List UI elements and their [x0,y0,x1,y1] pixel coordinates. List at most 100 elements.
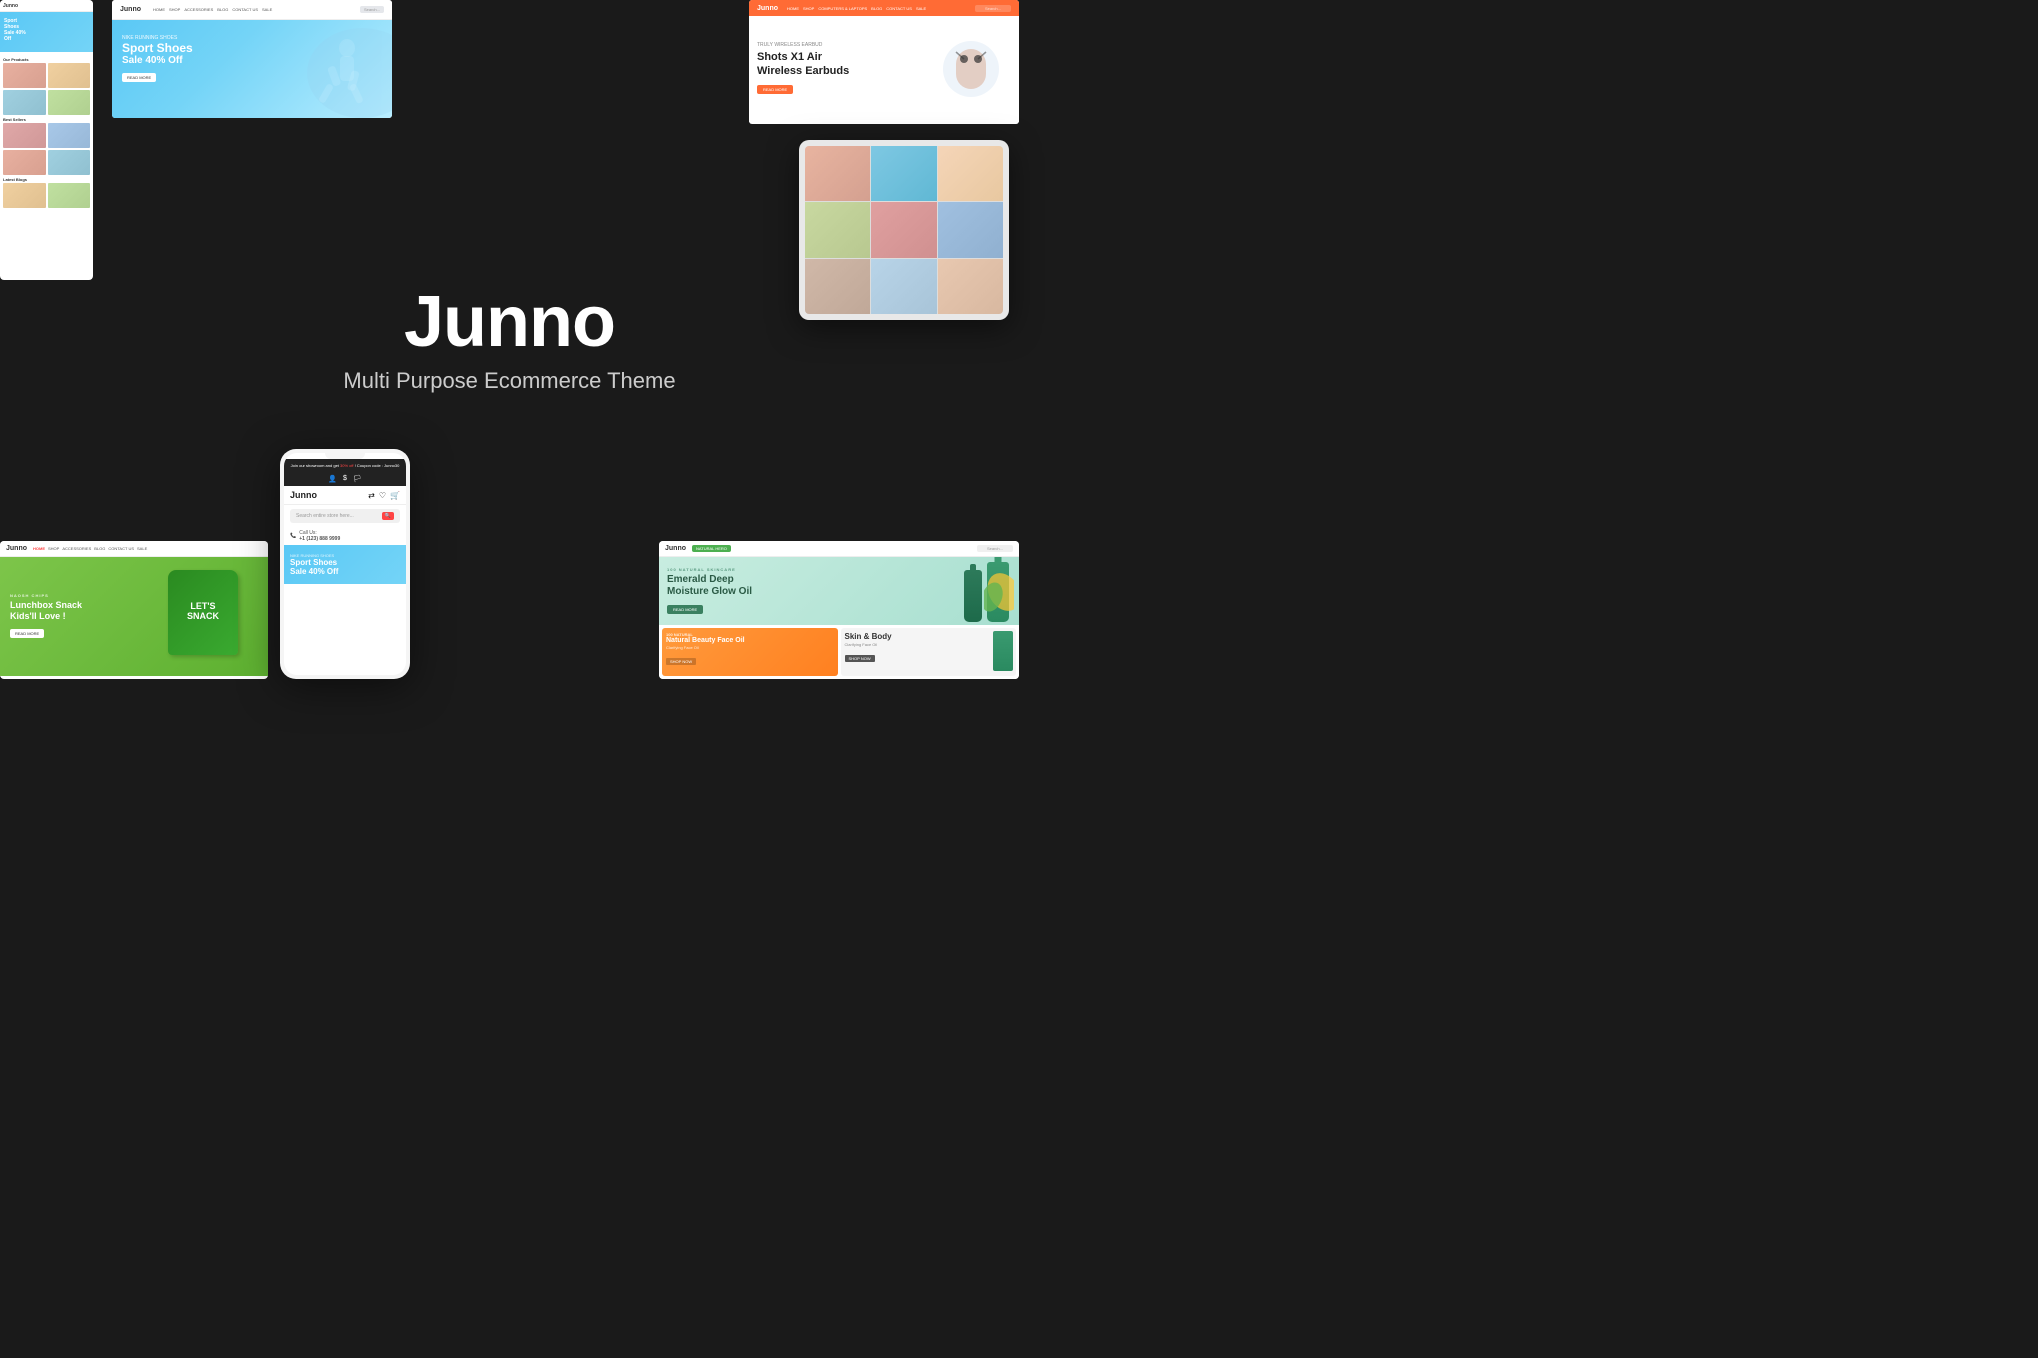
mobile-left-hero-text: SportShoesSale 40%Off [4,18,26,42]
section-label-3: Latest Blogs [3,175,90,183]
panel-food: Junno HOME SHOP ACCESSORIES BLOG CONTACT… [0,541,268,679]
earbuds-btn[interactable]: READ MORE [757,85,793,94]
food-title: Lunchbox SnackKids'll Love ! [10,600,258,622]
nav-blog-food: BLOG [94,546,105,551]
phone-banner: Join our showroom and get 30% off ! Coup… [284,459,406,472]
phone-call-info: 📞 Call Us:+1 (123) 888 9999 [284,527,406,545]
skincare-title: Emerald DeepMoisture Glow Oil [667,574,1011,598]
section-label-2: Best Sellers [3,115,90,123]
tablet-cell-5 [871,202,936,257]
phone-screen: Join our showroom and get 30% off ! Coup… [284,453,406,675]
skincare-text: 100 NATURAL SKINCARE Emerald DeepMoistur… [667,567,1011,616]
product-item [3,63,46,88]
card2-title: Skin & Body [845,632,1013,642]
phone-user-icon: 👤 [328,475,337,483]
phone-call-label: Call Us:+1 (123) 888 9999 [299,530,340,542]
tablet-cell-1 [805,146,870,201]
nav-home: HOME [153,7,165,12]
phone-hero-section: NIKE RUNNING SHOES Sport ShoesSale 40% O… [284,545,406,584]
product-item [48,183,91,208]
skincare-search: Search... [977,545,1013,552]
phone-call-icon: 📞 [290,533,296,539]
section-label-1: Our Products [3,55,90,63]
earbuds-search: Search... [975,5,1011,12]
earbuds-text: TRULY WIRELESS EARBUD Shots X1 AirWirele… [757,42,931,95]
phone-search-placeholder: Search entire store here... [296,513,382,519]
product-item [48,90,91,115]
product-item [3,90,46,115]
nav-shop: SHOP [169,7,180,12]
skincare-btn[interactable]: READ MORE [667,605,703,614]
sport-hero: NIKE RUNNING SHOES Sport Shoes Sale 40% … [112,20,392,118]
card1-subtitle: Clarifying Face Oil [666,645,834,650]
nav-contact-food: CONTACT US [108,546,134,551]
phone-search-bar[interactable]: Search entire store here... 🔍 [290,509,400,523]
nav-home-earbuds: HOME [787,6,799,11]
earbuds-label: TRULY WIRELESS EARBUD [757,42,931,48]
phone-cart-icon: 🛒 [390,491,400,500]
earbuds-nav: HOME SHOP COMPUTERS & LAPTOPS BLOG CONTA… [787,6,926,11]
product-item [3,150,46,175]
skincare-nav-active: NATURAL HERO [692,545,731,552]
card2-btn[interactable]: SHOP NOW [845,655,875,662]
food-label: NAOSH CHIPS [10,593,258,598]
phone-search-icon: 🔍 [382,512,394,520]
sport-read-more-btn[interactable]: READ MORE [122,73,156,82]
skincare-card-2: Skin & Body Clarifying Face Oil SHOP NOW [841,628,1017,676]
tablet-cell-6 [938,202,1003,257]
card2-bottle [993,631,1013,671]
phone-icons-row: 👤 $ 🏳 [284,472,406,486]
earbuds-image [931,29,1011,109]
skincare-card-1: 100 NATURAL Natural Beauty Face Oil Clar… [662,628,838,676]
sport-hero-title: Sport Shoes [122,41,193,55]
panel-skincare: Junno NATURAL HERO Search... 100 NATURAL… [659,541,1019,679]
nav-sale-earbuds: SALE [916,6,926,11]
product-item [48,123,91,148]
panel-phone: Join our showroom and get 30% off ! Coup… [280,449,410,679]
food-logo: Junno [6,545,27,552]
tablet-cell-9 [938,259,1003,314]
phone-cart-icons: ⇄ ♡ 🛒 [368,491,400,500]
food-hero: NAOSH CHIPS Lunchbox SnackKids'll Love !… [0,557,268,676]
mobile-left-header: Junno [0,0,93,12]
runner-figure [232,28,392,118]
earbuds-title: Shots X1 AirWireless Earbuds [757,51,931,77]
product-item [48,150,91,175]
card1-btn[interactable]: SHOP NOW [666,658,696,665]
tablet-cell-3 [938,146,1003,201]
panel-mobile-left: Junno SportShoesSale 40%Off Our Products… [0,0,93,280]
nav-contact: CONTACT US [232,7,258,12]
earbuds-content: TRULY WIRELESS EARBUD Shots X1 AirWirele… [749,16,1019,122]
sport-nav: HOME SHOP ACCESSORIES BLOG CONTACT US SA… [153,7,272,12]
nav-blog-earbuds: BLOG [871,6,882,11]
skincare-label: 100 NATURAL SKINCARE [667,567,1011,572]
product-item [3,183,46,208]
card2-subtitle: Clarifying Face Oil [845,642,1013,647]
card1-title: Natural Beauty Face Oil [666,637,834,645]
phone-shuffle-icon: ⇄ [368,491,375,500]
nav-sale: SALE [262,7,272,12]
phone-hero-title: Sport ShoesSale 40% Off [290,558,400,576]
skincare-header: Junno NATURAL HERO Search... [659,541,1019,557]
skincare-hero: 100 NATURAL SKINCARE Emerald DeepMoistur… [659,557,1019,625]
tablet-cell-7 [805,259,870,314]
skincare-product-cards: 100 NATURAL Natural Beauty Face Oil Clar… [659,625,1019,679]
panel-sport: Junno HOME SHOP ACCESSORIES BLOG CONTACT… [112,0,392,118]
food-hero-text: NAOSH CHIPS Lunchbox SnackKids'll Love !… [10,593,258,640]
phone-logo: Junno [290,490,317,500]
sport-search: Search... [360,6,384,13]
sport-hero-label: NIKE RUNNING SHOES [122,35,193,41]
phone-currency-icon: $ [343,475,347,483]
product-grid-3 [3,183,90,208]
sport-logo: Junno [120,6,141,13]
sport-hero-text: NIKE RUNNING SHOES Sport Shoes Sale 40% … [122,35,193,84]
tablet-cell-4 [805,202,870,257]
product-item [3,123,46,148]
nav-accessories: ACCESSORIES [184,7,213,12]
sport-header: Junno HOME SHOP ACCESSORIES BLOG CONTACT… [112,0,392,20]
product-grid-2 [3,123,90,175]
sport-hero-sale: Sale 40% Off [122,55,193,66]
food-btn[interactable]: READ MORE [10,629,44,638]
mobile-left-hero: SportShoesSale 40%Off [0,12,93,52]
nav-computers: COMPUTERS & LAPTOPS [818,6,867,11]
